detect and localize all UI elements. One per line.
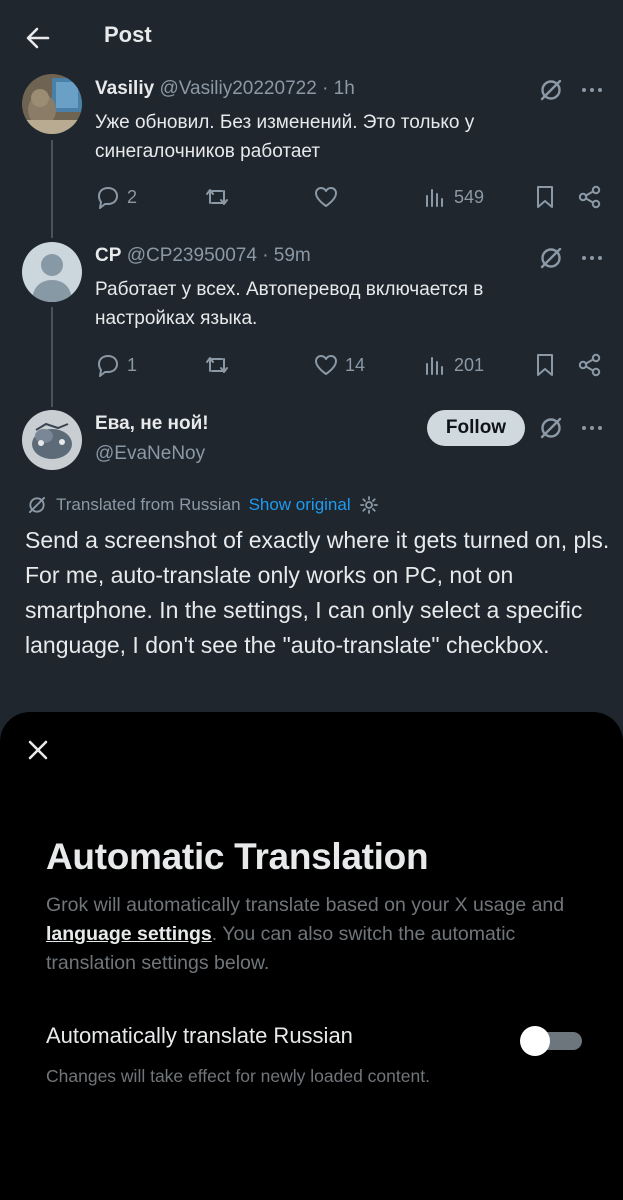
bookmark-button[interactable] [533, 350, 557, 380]
close-button[interactable] [24, 736, 52, 764]
author-handle[interactable]: @EvaNeNoy [95, 443, 205, 464]
share-button[interactable] [577, 182, 603, 212]
reply-icon [98, 355, 118, 377]
bookmark-icon [537, 354, 553, 376]
post-text: Уже обновил. Без изменений. Это только у… [95, 112, 475, 162]
translation-notice: Translated from Russian Show original [26, 494, 379, 516]
grok-icon [540, 79, 562, 101]
like-icon [315, 355, 337, 375]
views-button[interactable]: 201 [424, 350, 484, 380]
language-settings-link[interactable]: language settings [46, 923, 212, 945]
more-icon [582, 426, 602, 430]
post-text: Send a screenshot of exactly where it ge… [25, 527, 610, 658]
more-icon [582, 88, 602, 92]
more-options-button[interactable] [578, 244, 606, 272]
views-button[interactable]: 549 [424, 182, 484, 212]
follow-button[interactable]: Follow [427, 410, 525, 446]
top-bar: Post [0, 0, 623, 72]
reply-count: 2 [127, 186, 138, 207]
toggle-label: Automatically translate Russian [46, 1023, 353, 1048]
show-original-link[interactable]: Show original [249, 495, 351, 515]
post-time: · 59m [262, 245, 311, 266]
repost-button[interactable] [203, 182, 237, 212]
description-text: Grok will automatically translate based … [46, 894, 565, 916]
like-count: 14 [345, 354, 366, 375]
views-count: 201 [454, 354, 485, 375]
author-name[interactable]: Ева, не ной! [95, 413, 209, 434]
grok-button[interactable] [537, 76, 565, 104]
like-button[interactable] [313, 182, 345, 212]
repost-icon [206, 357, 228, 373]
post-time: · 1h [322, 78, 355, 99]
avatar[interactable] [22, 242, 82, 302]
repost-icon [206, 189, 228, 205]
avatar[interactable] [22, 74, 82, 134]
grok-icon [540, 247, 562, 269]
back-button[interactable] [20, 20, 56, 56]
page-title: Post [104, 22, 152, 47]
views-icon [426, 357, 443, 375]
author-name[interactable]: CP [95, 245, 121, 266]
avatar-image-cartoon [22, 410, 82, 470]
share-icon [578, 185, 601, 209]
post-text: Работает у всех. Автоперевод включается … [95, 279, 484, 329]
views-icon [426, 189, 443, 207]
bookmark-button[interactable] [533, 182, 557, 212]
share-icon [578, 353, 601, 377]
auto-translate-toggle[interactable] [520, 1026, 582, 1056]
repost-button[interactable] [203, 350, 237, 380]
avatar-image-cat [22, 74, 82, 134]
reply-count: 1 [127, 354, 138, 375]
toggle-knob [520, 1026, 550, 1056]
grok-button[interactable] [537, 244, 565, 272]
sheet-note: Changes will take effect for newly loade… [46, 1066, 430, 1086]
grok-icon [28, 496, 46, 514]
like-button[interactable]: 14 [313, 350, 365, 380]
reply-icon [98, 187, 118, 209]
automatic-translation-sheet: Automatic Translation Grok will automati… [0, 712, 623, 1200]
thread-line [51, 307, 53, 407]
more-icon [582, 256, 602, 260]
views-count: 549 [454, 186, 485, 207]
close-icon [28, 740, 48, 760]
author-handle[interactable]: @CP23950074 [127, 245, 257, 266]
bookmark-icon [537, 186, 553, 208]
more-options-button[interactable] [578, 414, 606, 442]
avatar[interactable] [22, 410, 82, 470]
sheet-description: Grok will automatically translate based … [46, 891, 591, 978]
author-name[interactable]: Vasiliy [95, 78, 154, 99]
like-icon [315, 187, 337, 207]
grok-icon [540, 417, 562, 439]
more-options-button[interactable] [578, 76, 606, 104]
author-handle[interactable]: @Vasiliy20220722 [159, 78, 316, 99]
thread-line [51, 140, 53, 238]
settings-gear-icon[interactable] [359, 495, 379, 515]
back-arrow-icon [26, 27, 50, 49]
reply-button[interactable]: 2 [95, 182, 137, 212]
reply-button[interactable]: 1 [95, 350, 137, 380]
share-button[interactable] [577, 350, 603, 380]
default-avatar-image [22, 242, 82, 302]
sheet-title: Automatic Translation [46, 836, 429, 877]
grok-button[interactable] [537, 414, 565, 442]
translated-label: Translated from Russian [56, 495, 241, 514]
